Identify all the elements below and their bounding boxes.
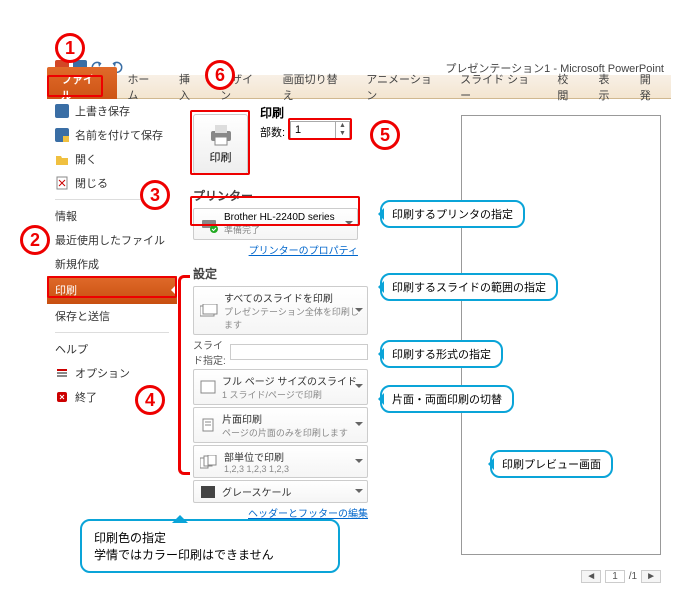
preview-pager: ◄ 1 /1 ► [581, 570, 661, 583]
close-doc-icon [55, 176, 69, 190]
oneside-icon [200, 418, 216, 432]
bs-exit-label: 終了 [75, 389, 97, 405]
callout-layout: 印刷する形式の指定 [380, 340, 503, 368]
color-dropdown[interactable]: グレースケール [193, 480, 368, 503]
copies-value: 1 [295, 124, 301, 136]
bs-help[interactable]: ヘルプ [47, 337, 177, 361]
callout-scope: 印刷するスライドの範囲の指定 [380, 273, 558, 301]
print-preview [461, 115, 661, 555]
callout-preview: 印刷プレビュー画面 [490, 450, 613, 478]
bs-print-label: 印刷 [55, 282, 77, 298]
printer-icon [207, 123, 235, 147]
callout-side: 片面・両面印刷の切替 [380, 385, 514, 413]
bs-options-label: オプション [75, 365, 130, 381]
marker-6: 6 [205, 60, 235, 90]
printer-section-header: プリンター [193, 187, 358, 204]
bs-saveas[interactable]: 名前を付けて保存 [47, 123, 177, 147]
bs-saveas-label: 名前を付けて保存 [75, 127, 163, 143]
pager-prev[interactable]: ◄ [581, 570, 601, 583]
callout-color-note: 印刷色の指定 学情ではカラー印刷はできません [80, 519, 340, 573]
tab-dev[interactable]: 開発 [630, 67, 671, 107]
chevron-down-icon [355, 489, 363, 497]
collate-icon [200, 455, 218, 469]
fullpage-icon [200, 380, 216, 394]
print-button-label: 印刷 [210, 149, 232, 165]
marker-1: 1 [55, 33, 85, 63]
chevron-down-icon [345, 221, 353, 229]
bs-print[interactable]: 印刷 [47, 276, 177, 304]
grayscale-icon [200, 485, 216, 499]
copies-label: 部数: [260, 124, 285, 140]
bs-save[interactable]: 上書き保存 [47, 99, 177, 123]
saveas-icon [55, 128, 69, 142]
chevron-down-icon [355, 308, 363, 316]
bs-save-label: 上書き保存 [75, 103, 130, 119]
printer-status: 準備完了 [224, 223, 335, 236]
callout-printer: 印刷するプリンタの指定 [380, 200, 525, 228]
tab-slideshow[interactable]: スライド ショー [450, 67, 547, 107]
exit-icon [55, 390, 69, 404]
spin-up-icon[interactable]: ▲ [336, 122, 349, 130]
bs-info-label: 情報 [55, 208, 77, 224]
slide-spec-label: スライド指定: [193, 337, 226, 367]
red-brace [178, 275, 190, 475]
printer-status-icon [200, 215, 218, 233]
bs-share[interactable]: 保存と送信 [47, 304, 177, 328]
layout-dropdown[interactable]: フル ページ サイズのスライド1 スライド/ページで印刷 [193, 369, 368, 405]
options-icon [55, 366, 69, 380]
marker-5: 5 [370, 120, 400, 150]
bs-options[interactable]: オプション [47, 361, 177, 385]
print-header: 印刷 [260, 104, 284, 121]
bs-recent-label: 最近使用したファイル [55, 232, 165, 248]
printer-name: Brother HL-2240D series [224, 212, 335, 223]
header-footer-link[interactable]: ヘッダーとフッターの編集 [193, 505, 368, 520]
slides-all-icon [200, 304, 218, 318]
save-icon [55, 104, 69, 118]
marker-2: 2 [20, 225, 50, 255]
marker-3: 3 [140, 180, 170, 210]
pager-total: /1 [629, 571, 637, 582]
tab-review[interactable]: 校閲 [547, 67, 588, 107]
tab-view[interactable]: 表示 [589, 67, 630, 107]
bs-new-label: 新規作成 [55, 256, 99, 272]
scope-dropdown[interactable]: すべてのスライドを印刷プレゼンテーション全体を印刷します [193, 286, 368, 335]
bs-close-label: 閉じる [75, 175, 108, 191]
bs-help-label: ヘルプ [55, 341, 88, 357]
side-dropdown[interactable]: 片面印刷ページの片面のみを印刷します [193, 407, 368, 443]
folder-open-icon [55, 152, 69, 166]
printer-dropdown[interactable]: Brother HL-2240D series 準備完了 [193, 208, 358, 240]
printer-properties-link[interactable]: プリンターのプロパティ [193, 242, 358, 257]
pager-next[interactable]: ► [641, 570, 661, 583]
marker-4: 4 [135, 385, 165, 415]
bs-new[interactable]: 新規作成 [47, 252, 177, 276]
bs-share-label: 保存と送信 [55, 308, 110, 324]
chevron-down-icon [355, 459, 363, 467]
bs-recent[interactable]: 最近使用したファイル [47, 228, 177, 252]
settings-header: 設定 [193, 265, 368, 282]
pager-current[interactable]: 1 [605, 570, 625, 583]
bs-open[interactable]: 開く [47, 147, 177, 171]
spin-down-icon[interactable]: ▼ [336, 130, 349, 138]
slide-spec-input[interactable] [230, 344, 368, 360]
collate-dropdown[interactable]: 部単位で印刷1,2,3 1,2,3 1,2,3 [193, 445, 368, 478]
ribbon: ファイル ホーム 挿入 デザイン 画面切り替え アニメーション スライド ショー… [47, 75, 671, 99]
chevron-down-icon [355, 422, 363, 430]
chevron-down-icon [355, 384, 363, 392]
bs-open-label: 開く [75, 151, 97, 167]
copies-spinner[interactable]: 1 ▲▼ [290, 121, 350, 139]
print-button[interactable]: 印刷 [193, 114, 248, 174]
